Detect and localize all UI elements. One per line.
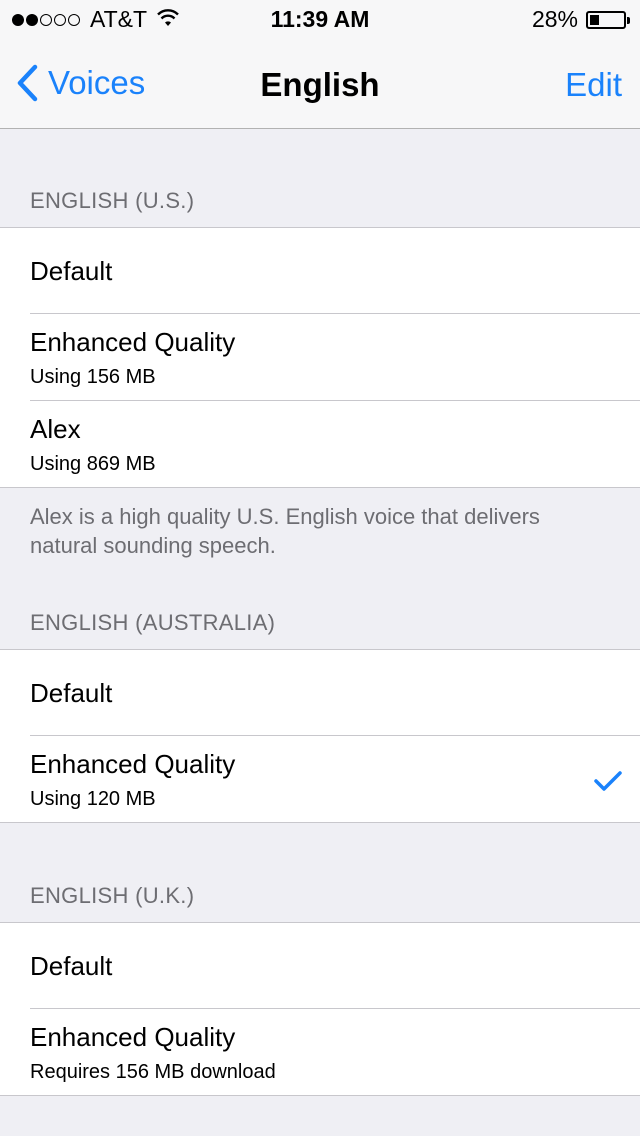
section-header-english-us: ENGLISH (U.S.) bbox=[30, 188, 195, 213]
voice-row-subtitle: Requires 156 MB download bbox=[30, 1061, 276, 1083]
voice-row-title: Alex bbox=[30, 414, 81, 444]
voice-row-subtitle: Using 156 MB bbox=[30, 366, 156, 388]
voice-row-enhanced-quality[interactable]: Enhanced Quality Requires 156 MB downloa… bbox=[0, 1009, 640, 1095]
voice-row-title: Enhanced Quality bbox=[30, 327, 236, 357]
navigation-bar: Voices English Edit bbox=[0, 40, 640, 129]
voice-row-enhanced-quality[interactable]: Enhanced Quality Using 156 MB bbox=[0, 314, 640, 401]
voice-row-default[interactable]: Default bbox=[0, 228, 640, 314]
section-header-english-australia: ENGLISH (AUSTRALIA) bbox=[30, 610, 276, 635]
voice-group-english-us: Default Enhanced Quality Using 156 MB Al… bbox=[0, 227, 640, 488]
battery-icon bbox=[586, 10, 630, 29]
voice-group-english-australia: Default Enhanced Quality Using 120 MB bbox=[0, 649, 640, 823]
voice-row-subtitle: Using 869 MB bbox=[30, 453, 156, 475]
battery-status: 28% bbox=[531, 6, 630, 33]
voice-row-title: Default bbox=[30, 951, 113, 981]
voice-row-title: Enhanced Quality bbox=[30, 1022, 236, 1052]
status-bar: AT&T 11:39 AM 28% bbox=[0, 0, 640, 40]
voice-row-alex[interactable]: Alex Using 869 MB bbox=[0, 401, 640, 487]
voice-group-english-uk: Default Enhanced Quality Requires 156 MB… bbox=[0, 922, 640, 1096]
checkmark-icon bbox=[594, 770, 622, 797]
voice-row-default[interactable]: Default bbox=[0, 650, 640, 736]
voice-row-title: Default bbox=[30, 256, 113, 286]
edit-button[interactable]: Edit bbox=[565, 66, 622, 104]
section-footer-note: Alex is a high quality U.S. English voic… bbox=[30, 504, 540, 558]
battery-percent: 28% bbox=[531, 6, 578, 32]
voice-row-title: Default bbox=[30, 678, 113, 708]
voice-row-default[interactable]: Default bbox=[0, 923, 640, 1009]
voice-row-title: Enhanced Quality bbox=[30, 749, 236, 779]
page-title: English bbox=[260, 66, 380, 103]
voice-row-subtitle: Using 120 MB bbox=[30, 788, 156, 810]
section-header-english-uk: ENGLISH (U.K.) bbox=[30, 883, 195, 908]
voice-row-enhanced-quality[interactable]: Enhanced Quality Using 120 MB bbox=[0, 736, 640, 822]
